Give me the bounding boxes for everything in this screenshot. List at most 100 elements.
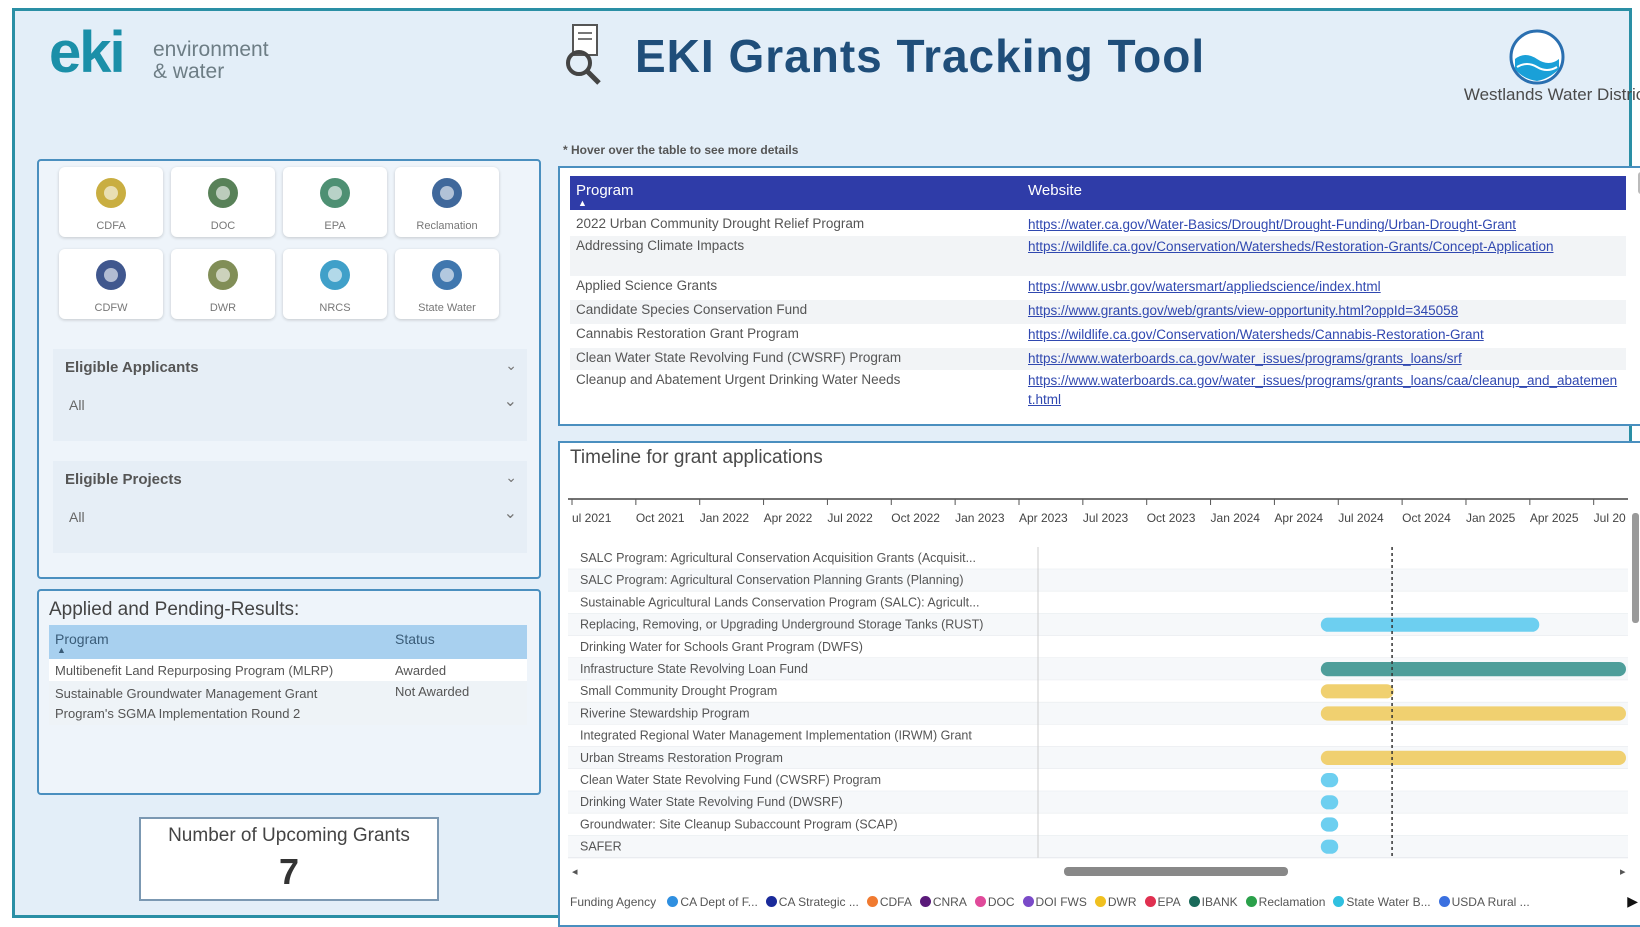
agency-tile-label: CDFA — [96, 220, 126, 232]
agency-tile-label: DOC — [210, 220, 236, 232]
timeline-bar[interactable] — [1320, 706, 1626, 721]
collapse-chevron-icon[interactable]: ⌄ — [505, 469, 517, 486]
westlands-logo-icon — [1509, 29, 1565, 85]
program-name-cell: Cleanup and Abatement Urgent Drinking Wa… — [576, 372, 901, 387]
results-table: Program ▲ Status Multibenefit Land Repur… — [49, 625, 527, 725]
legend-item[interactable]: Reclamation — [1245, 895, 1326, 909]
table-row[interactable]: Candidate Species Conservation Fund https… — [570, 300, 1626, 324]
timeline-program-label: SALC Program: Agricultural Conservation … — [580, 551, 976, 565]
website-link[interactable]: https://www.waterboards.ca.gov/water_iss… — [1028, 371, 1618, 409]
col-program-header[interactable]: Program — [576, 182, 634, 199]
legend-title: Funding Agency — [570, 895, 657, 909]
results-col-status[interactable]: Status — [395, 631, 435, 647]
timeline-bar[interactable] — [1320, 773, 1339, 788]
timeline-bar[interactable] — [1320, 662, 1626, 677]
agency-tile-cdfa[interactable]: CDFA — [59, 167, 163, 237]
legend-swatch — [1022, 896, 1034, 907]
district-name: Westlands Water District — [1463, 85, 1640, 104]
hover-hint: * Hover over the table to see more detai… — [563, 143, 799, 157]
legend-swatch — [1333, 896, 1345, 907]
timeline-chart[interactable]: ul 2021 Oct 2021 Jan 2022 Apr 2022 Jul 2022 O… — [568, 477, 1640, 889]
agency-tile-label: CDFW — [94, 302, 128, 314]
scroll-left-icon[interactable]: ◂ — [572, 866, 578, 878]
program-name-cell: Applied Science Grants — [576, 278, 718, 293]
legend-swatch — [1094, 896, 1106, 907]
doc-logo-icon — [208, 178, 238, 208]
agency-tile-state-water[interactable]: State Water — [395, 249, 499, 319]
table-row[interactable]: Clean Water State Revolving Fund (CWSRF)… — [570, 348, 1626, 370]
legend-label: CNRA — [932, 895, 967, 909]
timeline-bar[interactable] — [1320, 839, 1339, 854]
table-row[interactable]: 2022 Urban Community Drought Relief Prog… — [570, 214, 1626, 236]
legend-swatch — [1438, 896, 1450, 907]
sort-ascending-icon[interactable]: ▲ — [578, 198, 587, 208]
vertical-scrollbar[interactable] — [1632, 513, 1639, 623]
eligible-applicants-value[interactable]: All — [69, 397, 85, 413]
timeline-program-label: Drinking Water State Revolving Fund (DWS… — [580, 795, 843, 809]
collapse-chevron-icon[interactable]: ⌄ — [505, 357, 517, 374]
legend-item[interactable]: CA Strategic ... — [765, 895, 859, 909]
legend-item[interactable]: DWR — [1094, 895, 1137, 909]
eligible-projects-value[interactable]: All — [69, 509, 85, 525]
agency-tile-cdfw[interactable]: CDFW — [59, 249, 163, 319]
legend-label: DOI FWS — [1035, 895, 1087, 909]
legend-swatch — [667, 896, 679, 907]
timeline-row[interactable] — [568, 835, 1628, 858]
eki-logo-line-2: & water — [153, 60, 225, 83]
table-row[interactable]: Applied Science Grants https://www.usbr.g… — [570, 276, 1626, 300]
table-row[interactable]: Multibenefit Land Repurposing Program (M… — [49, 659, 527, 681]
website-link[interactable]: https://wildlife.ca.gov/Conservation/Wat… — [1028, 325, 1618, 344]
table-row[interactable]: Cleanup and Abatement Urgent Drinking Wa… — [570, 370, 1626, 410]
table-row[interactable]: Addressing Climate Impacts https://wildli… — [570, 236, 1626, 276]
chevron-down-icon[interactable]: ⌄ — [504, 391, 517, 411]
table-row[interactable]: Sustainable Groundwater Management Grant… — [49, 681, 527, 725]
col-website-header[interactable]: Website — [1028, 182, 1082, 199]
agency-tile-dwr[interactable]: DWR — [171, 249, 275, 319]
legend-item[interactable]: State Water B... — [1333, 895, 1431, 909]
legend-item[interactable]: CA Dept of F... — [667, 895, 758, 909]
timeline-bar[interactable] — [1320, 617, 1540, 632]
results-program-cell: Multibenefit Land Repurposing Program (M… — [55, 663, 334, 678]
chevron-down-icon[interactable]: ⌄ — [504, 503, 517, 523]
table-row[interactable]: Cannabis Restoration Grant Program https:… — [570, 324, 1626, 348]
program-website-table[interactable]: Program ▲ Website 2022 Urban Community D… — [558, 166, 1640, 426]
website-link[interactable]: https://www.usbr.gov/watersmart/applieds… — [1028, 277, 1618, 296]
sort-ascending-icon[interactable]: ▲ — [57, 645, 66, 655]
eligible-projects-slicer[interactable]: Eligible Projects ⌄ All ⌄ — [53, 461, 527, 553]
agency-tile-doc[interactable]: DOC — [171, 167, 275, 237]
timeline-program-label: SAFER — [580, 840, 622, 854]
timeline-bar[interactable] — [1320, 795, 1339, 810]
legend-label: Reclamation — [1258, 895, 1326, 909]
timeline-bar[interactable] — [1320, 750, 1626, 765]
website-link[interactable]: https://wildlife.ca.gov/Conservation/Wat… — [1028, 237, 1618, 256]
website-link[interactable]: https://water.ca.gov/Water-Basics/Drough… — [1028, 215, 1618, 234]
timeline-bar[interactable] — [1320, 684, 1394, 699]
legend-item[interactable]: USDA Rural ... — [1438, 895, 1530, 909]
website-link[interactable]: https://www.grants.gov/web/grants/view-o… — [1028, 301, 1618, 320]
legend-label: USDA Rural ... — [1451, 895, 1530, 909]
agency-tile-nrcs[interactable]: NRCS — [283, 249, 387, 319]
results-status-cell: Awarded — [395, 663, 447, 678]
timeline-program-label: Groundwater: Site Cleanup Subaccount Pro… — [580, 817, 898, 831]
eligible-applicants-slicer[interactable]: Eligible Applicants ⌄ All ⌄ — [53, 349, 527, 441]
legend-swatch — [866, 896, 878, 907]
agency-tile-epa[interactable]: EPA — [283, 167, 387, 237]
legend-item[interactable]: EPA — [1144, 895, 1181, 909]
timeline-tick-label: Oct 2024 — [1402, 511, 1451, 525]
horizontal-scrollbar[interactable] — [1064, 867, 1288, 876]
timeline-bar[interactable] — [1320, 817, 1339, 832]
scroll-right-icon[interactable]: ▸ — [1620, 866, 1626, 878]
legend-item[interactable]: CNRA — [919, 895, 967, 909]
legend-swatch — [1188, 896, 1200, 907]
legend-item[interactable]: DOC — [974, 895, 1015, 909]
legend-label: DWR — [1107, 895, 1137, 909]
results-status-cell: Not Awarded — [395, 684, 470, 699]
agency-tile-reclamation[interactable]: Reclamation — [395, 167, 499, 237]
legend-item[interactable]: IBANK — [1188, 895, 1238, 909]
legend-item[interactable]: CDFA — [866, 895, 912, 909]
legend-label: CA Dept of F... — [680, 895, 758, 909]
website-link[interactable]: https://www.waterboards.ca.gov/water_iss… — [1028, 349, 1618, 368]
upcoming-grants-label: Number of Upcoming Grants — [168, 825, 410, 846]
legend-item[interactable]: DOI FWS — [1022, 895, 1087, 909]
legend-next-icon[interactable]: ▶ — [1627, 893, 1638, 910]
